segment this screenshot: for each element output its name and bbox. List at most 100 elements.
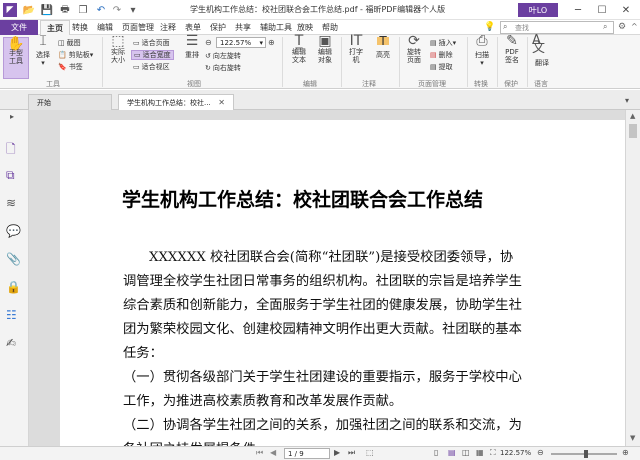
search-go-icon[interactable]: ⌕ — [603, 22, 607, 32]
screenshot-button[interactable]: ◫ 截图 — [58, 38, 81, 48]
facing-page-icon[interactable]: ◫ — [462, 448, 470, 457]
vertical-scrollbar[interactable]: ▲ ▼ — [625, 110, 640, 446]
typewriter-button[interactable]: IT 打字机 — [346, 34, 366, 64]
reflow-icon: ☰ — [185, 33, 199, 49]
divider — [282, 37, 283, 87]
tab-protect[interactable]: 保护 — [210, 20, 226, 35]
zoom-out-icon[interactable]: ⊖ — [205, 38, 212, 47]
attachment-icon[interactable]: 📎 — [6, 252, 22, 268]
lightbulb-icon[interactable]: 💡 — [484, 22, 495, 32]
fit-width-button[interactable]: ▭ 适合宽度 — [131, 50, 174, 60]
hand-tool-button[interactable]: ✋ 手型工具 — [3, 37, 29, 79]
pdf-sign-button[interactable]: ✎ PDF签名 — [502, 33, 522, 64]
bookmark-button[interactable]: 🔖 书签 — [58, 62, 83, 72]
print-icon[interactable]: 🖶 — [58, 3, 72, 17]
fit-visible-icon: ▭ — [133, 63, 140, 71]
tab-page-management[interactable]: 页面管理 — [122, 20, 154, 35]
continuous-page-icon[interactable]: ▤ — [448, 448, 456, 457]
fit-visible-button[interactable]: ▭ 适合视区 — [133, 62, 170, 72]
tab-share[interactable]: 共享 — [235, 20, 251, 35]
fit-page-icon: ▭ — [133, 39, 140, 47]
scan-button[interactable]: ⎙ 扫描 ▾ — [472, 34, 492, 67]
delete-button[interactable]: ▤ 删除 — [430, 50, 453, 60]
select-button[interactable]: 𝙸 选择 ▾ — [32, 33, 54, 67]
fit-page-button[interactable]: ▭ 适合页面 — [133, 38, 170, 48]
open-icon[interactable]: 📂 — [22, 3, 36, 17]
edit-object-button[interactable]: ▣ 编辑对象 — [314, 34, 336, 64]
scroll-down-icon[interactable]: ▼ — [630, 434, 635, 442]
scroll-up-icon[interactable]: ▲ — [630, 112, 635, 120]
tab-start[interactable]: 开始 — [28, 94, 112, 110]
pages-icon[interactable]: ⧉ — [6, 168, 22, 184]
next-page-icon[interactable]: ▶ — [334, 448, 340, 457]
typewriter-label: 打字机 — [349, 48, 363, 64]
prev-page-icon[interactable]: ◀ — [270, 448, 276, 457]
layers-icon[interactable]: ≋ — [6, 196, 22, 212]
rotate-left-icon: ↺ — [205, 52, 211, 60]
paragraph-line: XXXXXX 校社团联合会(简称“社团联”)是接受校团委领导，协 — [149, 250, 514, 265]
clipboard-button[interactable]: 📋 剪贴板 ▾ — [58, 50, 93, 60]
rotate-page-button[interactable]: ⟳ 旋转页面 — [404, 34, 424, 64]
translate-button[interactable]: A文 翻译 — [532, 33, 552, 67]
close-icon[interactable]: ✕ — [614, 2, 638, 18]
zoom-out-icon[interactable]: ⊖ — [537, 448, 544, 457]
minimize-icon[interactable]: ─ — [566, 2, 590, 18]
rotate-right-button[interactable]: ↻ 向右旋转 — [205, 63, 241, 73]
chevron-down-icon: ▾ — [41, 59, 45, 67]
zoom-input[interactable]: 122.57% ▾ — [216, 37, 266, 48]
customize-quick-access-icon[interactable]: ▾ — [126, 3, 140, 17]
insert-button[interactable]: ▤ 插入 ▾ — [430, 38, 456, 48]
fullscreen-icon[interactable]: ⛶ — [490, 448, 496, 458]
last-page-icon[interactable]: ⏭ — [348, 448, 355, 458]
group-label-edit: 编辑 — [303, 80, 317, 88]
pdf-sign-icon: ✎ — [506, 33, 518, 49]
tab-comment[interactable]: 注释 — [160, 20, 176, 35]
page-thumbnail-icon[interactable]: 🗋 — [6, 140, 22, 156]
translate-icon: A文 — [532, 33, 546, 56]
paragraph-line: 综合素质和创新能力，全面服务于学生社团的健康发展，协助学生社 — [123, 298, 522, 313]
file-menu[interactable]: 文件 — [0, 20, 38, 35]
zoom-slider-thumb[interactable] — [584, 450, 588, 458]
copy-icon[interactable]: ❐ — [76, 3, 90, 17]
extract-button[interactable]: ▤ 提取 — [430, 62, 453, 72]
zoom-in-icon[interactable]: ⊕ — [622, 448, 629, 457]
first-page-icon[interactable]: ⏮ — [256, 448, 263, 458]
actual-size-button[interactable]: ⬚ 实际大小 — [107, 34, 129, 64]
settings-icon[interactable]: ⚙ — [618, 22, 626, 32]
group-label-convert: 转换 — [474, 80, 488, 88]
comments-icon[interactable]: 💬 — [6, 224, 22, 240]
rotate-left-button[interactable]: ↺ 向左旋转 — [205, 51, 241, 61]
tab-document[interactable]: 学生机构工作总结：校社... ✕ — [118, 94, 234, 110]
select-cursor-icon: 𝙸 — [38, 33, 48, 49]
reflow-button[interactable]: ☰ 重排 — [182, 33, 202, 59]
page-number-input[interactable]: 1 / 9 — [284, 448, 330, 459]
maximize-icon[interactable]: ☐ — [590, 2, 614, 18]
single-page-icon[interactable]: ▯ — [434, 448, 438, 457]
zoom-in-icon[interactable]: ⊕ — [268, 38, 275, 47]
tab-accessibility[interactable]: 辅助工具 — [260, 20, 292, 35]
tab-document-label: 学生机构工作总结：校社... — [127, 98, 211, 107]
redo-icon[interactable]: ↷ — [110, 3, 124, 17]
edit-text-button[interactable]: T̲ 编辑文本 — [288, 34, 310, 64]
login-button[interactable]: 叶LO — [518, 3, 558, 17]
tab-list-icon[interactable]: ▾ — [625, 96, 629, 105]
highlight-button[interactable]: T 高亮 — [372, 35, 394, 59]
paragraph-line: 各社团之持发展提条件 — [123, 438, 543, 446]
collapse-ribbon-icon[interactable]: ^ — [631, 22, 638, 31]
close-tab-icon[interactable]: ✕ — [218, 98, 225, 107]
paragraph-line: （二）协调各学生社团之间的关系，加强社团之间的联系和交流，为 — [123, 418, 522, 433]
screenshot-label: 截图 — [66, 39, 81, 47]
undo-icon[interactable]: ↶ — [94, 3, 108, 17]
continuous-facing-icon[interactable]: ▦ — [476, 448, 484, 457]
clipboard-label: 剪贴板 — [68, 51, 90, 59]
scroll-thumb[interactable] — [629, 124, 637, 138]
signature-icon[interactable]: ✍ — [6, 336, 22, 352]
ribbon: ✋ 手型工具 𝙸 选择 ▾ ◫ 截图 📋 剪贴板 ▾ 🔖 书签 工具 ⬚ 实际大小 ▭ 适… — [0, 33, 640, 89]
fields-icon[interactable]: ☷ — [6, 308, 22, 324]
security-icon[interactable]: 🔒 — [6, 280, 22, 296]
tab-convert[interactable]: 转换 — [72, 20, 88, 35]
save-icon[interactable]: 💾 — [40, 3, 54, 17]
view-mode-icon[interactable]: ⬚ — [366, 448, 374, 457]
panel-toggle-icon[interactable]: ▸ — [10, 112, 14, 121]
group-label-comment: 注释 — [362, 80, 376, 88]
